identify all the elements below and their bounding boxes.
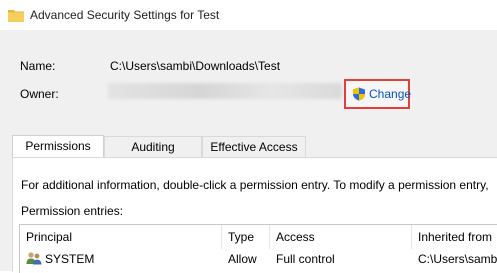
user-group-icon xyxy=(26,252,42,265)
principal-name: SYSTEM xyxy=(45,252,95,266)
column-header-access[interactable]: Access xyxy=(270,225,412,249)
name-label: Name: xyxy=(20,59,56,73)
permissions-panel: For additional information, double-click… xyxy=(12,157,497,273)
column-header-principal[interactable]: Principal xyxy=(20,225,222,249)
shield-icon xyxy=(353,87,365,101)
list-header: Principal Type Access Inherited from xyxy=(20,225,497,249)
principal-cell: SYSTEM xyxy=(20,249,222,269)
type-cell: Allow xyxy=(228,252,257,266)
permission-entries-label: Permission entries: xyxy=(21,204,124,218)
tab-effective-access[interactable]: Effective Access xyxy=(202,136,306,157)
info-text: For additional information, double-click… xyxy=(21,178,489,192)
access-cell: Full control xyxy=(276,252,335,266)
inherited-from-cell: C:\Users\sambi\ xyxy=(418,252,497,266)
dialog-body: Name: C:\Users\sambi\Downloads\Test Owne… xyxy=(0,31,497,273)
permission-entries-list[interactable]: Principal Type Access Inherited from SYS… xyxy=(19,224,497,273)
window-title: Advanced Security Settings for Test xyxy=(30,8,220,22)
tab-auditing[interactable]: Auditing xyxy=(104,136,202,157)
owner-label: Owner: xyxy=(20,87,59,101)
owner-value-redacted xyxy=(108,83,342,99)
column-header-inherited-from[interactable]: Inherited from xyxy=(412,225,497,249)
tab-permissions[interactable]: Permissions xyxy=(12,135,104,158)
title-bar: Advanced Security Settings for Test xyxy=(0,0,497,31)
folder-icon xyxy=(8,10,24,22)
column-header-type[interactable]: Type xyxy=(222,225,270,249)
table-row[interactable]: SYSTEM Allow Full control C:\Users\sambi… xyxy=(20,249,497,269)
change-label: Change xyxy=(369,87,412,101)
change-highlight-box: Change xyxy=(344,79,411,109)
name-value: C:\Users\sambi\Downloads\Test xyxy=(110,59,281,73)
change-owner-link[interactable]: Change xyxy=(352,87,411,101)
